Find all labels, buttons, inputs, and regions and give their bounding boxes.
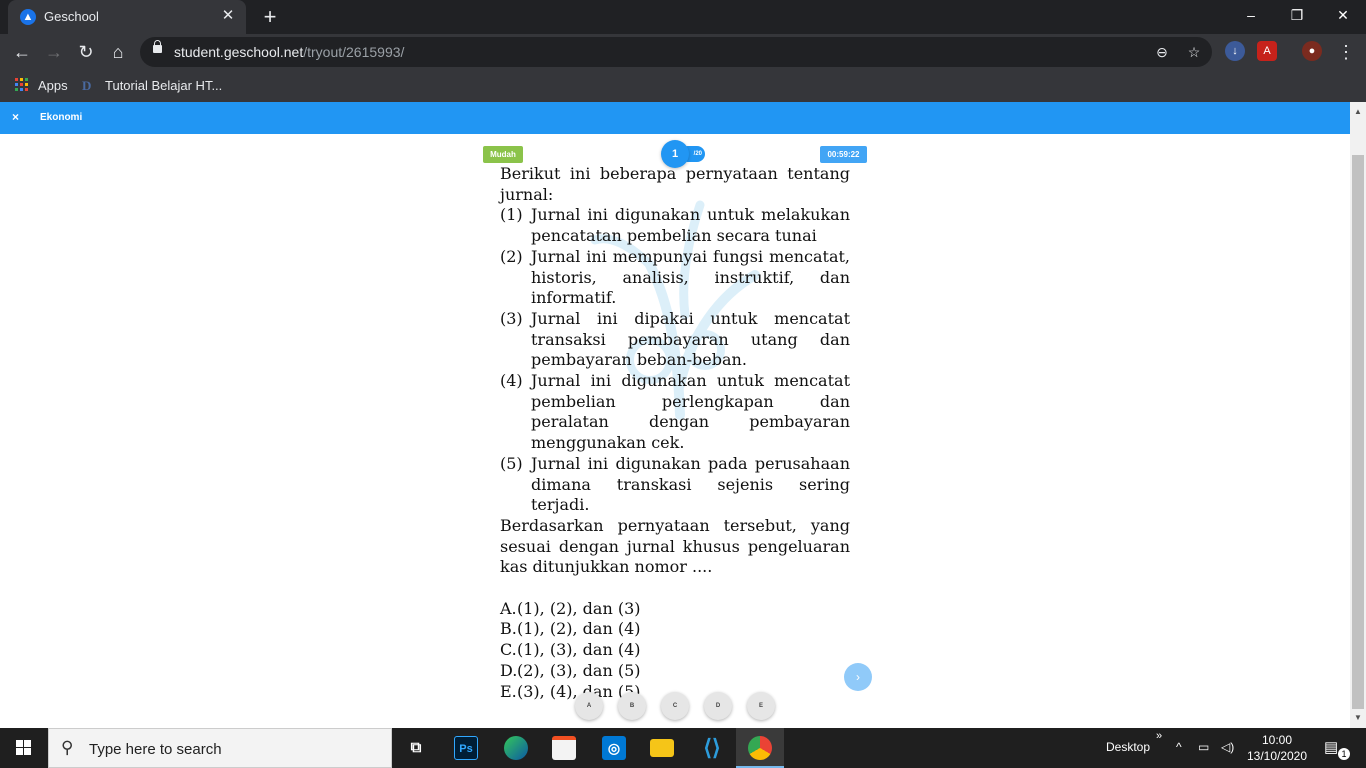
statement-item: (4) Jurnal ini digunakan untuk mencatat p…	[500, 371, 850, 453]
answer-option: A. (1), (2), dan (3)	[500, 598, 641, 618]
answer-option: C. (1), (3), dan (4)	[500, 640, 641, 660]
exit-close-icon[interactable]: ×	[12, 110, 19, 124]
photoshop-icon[interactable]: Ps	[442, 728, 490, 768]
toolbar-expand-icon[interactable]: »	[1156, 730, 1162, 742]
answer-button-b[interactable]: B	[618, 692, 646, 720]
vscode-icon[interactable]: ⟨⟩	[688, 728, 736, 768]
statement-item: (5) Jurnal ini digunakan pada perusahaan …	[500, 453, 850, 515]
statement-item: (2) Jurnal ini mempunyai fungsi mencatat,…	[500, 246, 850, 308]
show-hidden-icons-icon[interactable]: ^	[1176, 740, 1182, 754]
answer-option: B. (1), (2), dan (4)	[500, 619, 641, 639]
question-prompt: Berdasarkan pernyataan tersebut, yang se…	[500, 515, 850, 577]
windows-taskbar: ⚲ Type here to search ⧉ Ps ◎ ⟨⟩ Desktop …	[0, 728, 1366, 768]
edge-icon[interactable]	[492, 728, 540, 768]
minimize-button[interactable]: –	[1228, 0, 1274, 30]
download-extension-icon[interactable]: ↓	[1225, 41, 1245, 61]
statement-item: (1) Jurnal ini digunakan untuk melakukan …	[500, 205, 850, 246]
bookmark-apps[interactable]: Apps	[38, 77, 68, 95]
chrome-icon[interactable]	[736, 728, 784, 768]
browser-tab[interactable]: ▲ Geschool ✕	[8, 0, 246, 34]
url-text[interactable]: student.geschool.net/tryout/2615993/	[174, 44, 404, 60]
bookmarks-bar: Apps D Tutorial Belajar HT...	[0, 70, 1366, 102]
search-icon: ⚲	[61, 738, 74, 757]
system-clock[interactable]: 10:00 13/10/2020	[1246, 732, 1308, 764]
address-bar[interactable]: student.geschool.net/tryout/2615993/ ⊖ ☆	[140, 37, 1212, 67]
subject-title: Ekonomi	[40, 112, 83, 123]
scroll-down-icon[interactable]: ▼	[1350, 710, 1366, 726]
browser-toolbar: ← → ↻ ⌂ student.geschool.net/tryout/2615…	[0, 34, 1366, 70]
geschool-favicon-icon: ▲	[20, 9, 36, 25]
reload-icon[interactable]: ↻	[72, 38, 100, 66]
page-header-bar: × Ekonomi	[0, 102, 1350, 134]
zoom-icon[interactable]: ⊖	[1152, 42, 1172, 62]
restore-button[interactable]: ❐	[1274, 0, 1320, 30]
answer-button-a[interactable]: A	[575, 692, 603, 720]
task-view-icon[interactable]: ⧉	[392, 728, 440, 768]
question-body: Berikut ini beberapa pernyataan tentang …	[500, 164, 850, 702]
statement-item: (3) Jurnal ini dipakai untuk mencatat tra…	[500, 308, 850, 370]
tab-close-icon[interactable]: ✕	[218, 6, 238, 26]
new-tab-button[interactable]: +	[258, 4, 282, 30]
next-question-button[interactable]: ›	[844, 663, 872, 691]
difficulty-badge: Mudah	[483, 146, 523, 163]
tab-title: Geschool	[44, 9, 99, 24]
bookmark-star-icon[interactable]: ☆	[1184, 42, 1204, 62]
countdown-timer: 00:59:22	[820, 146, 867, 163]
clock-date: 13/10/2020	[1246, 749, 1308, 763]
home-icon[interactable]: ⌂	[104, 38, 132, 66]
browser-tab-strip: ▲ Geschool ✕ + – ❐ ✕	[0, 0, 1366, 34]
volume-icon[interactable]: ◁)	[1221, 740, 1234, 754]
answer-option: D. (2), (3), dan (5)	[500, 660, 641, 680]
profile-avatar[interactable]: ●	[1302, 41, 1322, 61]
taskbar-search-input[interactable]: ⚲ Type here to search	[48, 728, 392, 768]
scroll-up-icon[interactable]: ▲	[1350, 104, 1366, 120]
clock-time: 10:00	[1261, 733, 1293, 747]
desktop-toolbar-label[interactable]: Desktop	[1106, 740, 1150, 754]
windows-start-icon[interactable]	[0, 728, 48, 768]
store-icon[interactable]	[540, 728, 588, 768]
instagram-icon[interactable]: ◎	[590, 728, 638, 768]
notification-count-badge: 1	[1338, 748, 1350, 760]
answer-button-d[interactable]: D	[704, 692, 732, 720]
page-scrollbar-thumb[interactable]	[1352, 155, 1364, 709]
lock-icon	[153, 40, 162, 53]
bookmark-favicon-icon: D	[82, 78, 92, 93]
pdf-extension-icon[interactable]: A	[1257, 41, 1277, 61]
search-placeholder: Type here to search	[89, 741, 222, 758]
bookmark-tutorial[interactable]: Tutorial Belajar HT...	[105, 77, 222, 95]
menu-kebab-icon[interactable]: ⋮	[1332, 38, 1360, 66]
window-close-button[interactable]: ✕	[1320, 0, 1366, 30]
answer-button-c[interactable]: C	[661, 692, 689, 720]
question-intro: Berikut ini beberapa pernyataan tentang …	[500, 164, 850, 204]
back-arrow-icon[interactable]: ←	[8, 38, 36, 66]
answer-button-e[interactable]: E	[747, 692, 775, 720]
forward-arrow-icon[interactable]: →	[40, 38, 68, 66]
battery-icon[interactable]: ▭	[1198, 740, 1209, 754]
apps-grid-icon	[15, 78, 29, 92]
notification-icon[interactable]: ▤	[1324, 738, 1338, 756]
file-explorer-icon[interactable]	[638, 728, 686, 768]
